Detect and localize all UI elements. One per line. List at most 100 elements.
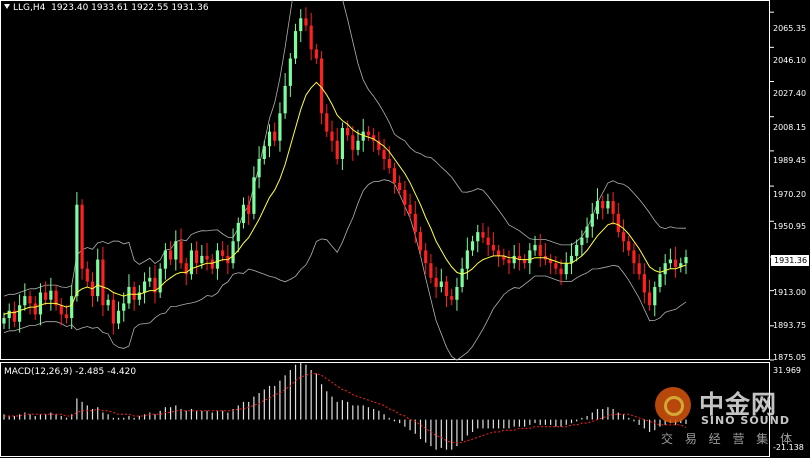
price-label: 2008.15	[773, 123, 807, 132]
candle-body	[476, 232, 480, 242]
candle-body	[486, 237, 490, 245]
candle-body	[314, 49, 318, 59]
candle-body	[299, 18, 303, 32]
candle-body	[168, 250, 173, 260]
candle-body	[429, 263, 433, 278]
candle-body	[444, 281, 449, 297]
candle-body	[528, 250, 532, 264]
candle-body	[611, 201, 615, 214]
candle-body	[96, 259, 100, 297]
candle-body	[210, 259, 214, 269]
candle-body	[616, 213, 620, 233]
candle-body	[75, 204, 79, 297]
candle-body	[304, 18, 308, 26]
dropdown-triangle-icon[interactable]	[4, 4, 10, 9]
candle-body	[460, 268, 464, 287]
candle-body	[49, 290, 53, 300]
candle-body	[335, 140, 339, 160]
price-label: 2046.10	[773, 56, 807, 65]
candle-body	[398, 182, 402, 191]
candle-body	[278, 113, 282, 141]
candle-body	[533, 244, 537, 251]
candle-body	[28, 296, 32, 304]
candle-body	[455, 286, 459, 300]
candle-body	[653, 286, 657, 306]
symbol-timeframe: LLG,H4	[13, 3, 46, 13]
candle-body	[580, 237, 584, 245]
candle-body	[80, 204, 84, 269]
candle-body	[205, 255, 209, 260]
candle-body	[647, 292, 652, 306]
candle-body	[200, 255, 204, 264]
price-label: 2027.40	[773, 89, 807, 98]
candle-body	[512, 255, 516, 264]
candle-body	[267, 131, 272, 147]
candle-body	[595, 201, 600, 214]
candle-body	[366, 131, 371, 136]
macd-indicator-label: MACD(12,26,9) -2.485 -4.420	[4, 367, 137, 377]
candle-body	[434, 277, 438, 287]
candle-body	[262, 146, 266, 160]
candle-body	[158, 268, 162, 293]
candle-body	[293, 31, 298, 59]
candle-body	[642, 274, 646, 293]
candle-body	[132, 286, 136, 300]
price-chart[interactable]	[0, 0, 810, 458]
candle-body	[601, 201, 605, 209]
candle-body	[470, 241, 475, 251]
candle-body	[330, 131, 334, 141]
candle-body	[523, 259, 527, 264]
candle-body	[241, 204, 246, 224]
candle-body	[387, 159, 391, 169]
candle-body	[663, 263, 667, 275]
candle-body	[283, 85, 287, 114]
candle-body	[403, 190, 407, 205]
candle-body	[538, 244, 542, 256]
candle-body	[632, 250, 636, 264]
candle-body	[575, 244, 579, 256]
candle-body	[559, 268, 563, 275]
candle-body	[236, 223, 240, 242]
candle-body	[288, 58, 292, 86]
candle-body	[142, 281, 147, 293]
candle-body	[23, 296, 27, 306]
candle-body	[637, 263, 641, 275]
candle-body	[496, 250, 501, 256]
candle-body	[507, 259, 511, 264]
candle-body	[174, 241, 178, 260]
candle-body	[382, 149, 386, 160]
macd-axis-top: 31.969	[773, 366, 801, 375]
price-label: 2065.35	[773, 24, 807, 33]
candle-body	[491, 244, 495, 251]
candle-body	[179, 241, 183, 264]
candle-body	[627, 241, 631, 251]
candle-body	[450, 296, 454, 300]
candle-body	[684, 257, 688, 264]
price-label: 1875.05	[773, 353, 807, 362]
candle-body	[424, 250, 428, 264]
candle-body	[116, 310, 121, 324]
ohlc-values: 1923.40 1933.61 1922.55 1931.36	[51, 3, 209, 13]
candle-body	[325, 113, 329, 132]
candle-body	[273, 131, 277, 141]
candle-body	[351, 135, 355, 150]
candle-body	[195, 250, 199, 264]
candle-body	[465, 250, 469, 269]
candle-body	[221, 250, 225, 256]
candle-body	[111, 299, 115, 324]
candle-body	[231, 241, 235, 264]
candle-body	[59, 305, 63, 315]
candle-body	[590, 213, 594, 227]
macd-axis-bottom: -21.138	[773, 443, 804, 452]
price-label: 1893.75	[773, 321, 807, 330]
candle-body	[392, 168, 397, 183]
candle-body	[85, 268, 89, 282]
candle-body	[356, 140, 360, 150]
candle-body	[127, 286, 131, 304]
candle-body	[106, 299, 110, 306]
candle-body	[189, 250, 194, 275]
candle-body	[439, 281, 443, 287]
candle-body	[413, 213, 417, 233]
candle-body	[408, 204, 412, 214]
candle-body	[44, 292, 48, 300]
